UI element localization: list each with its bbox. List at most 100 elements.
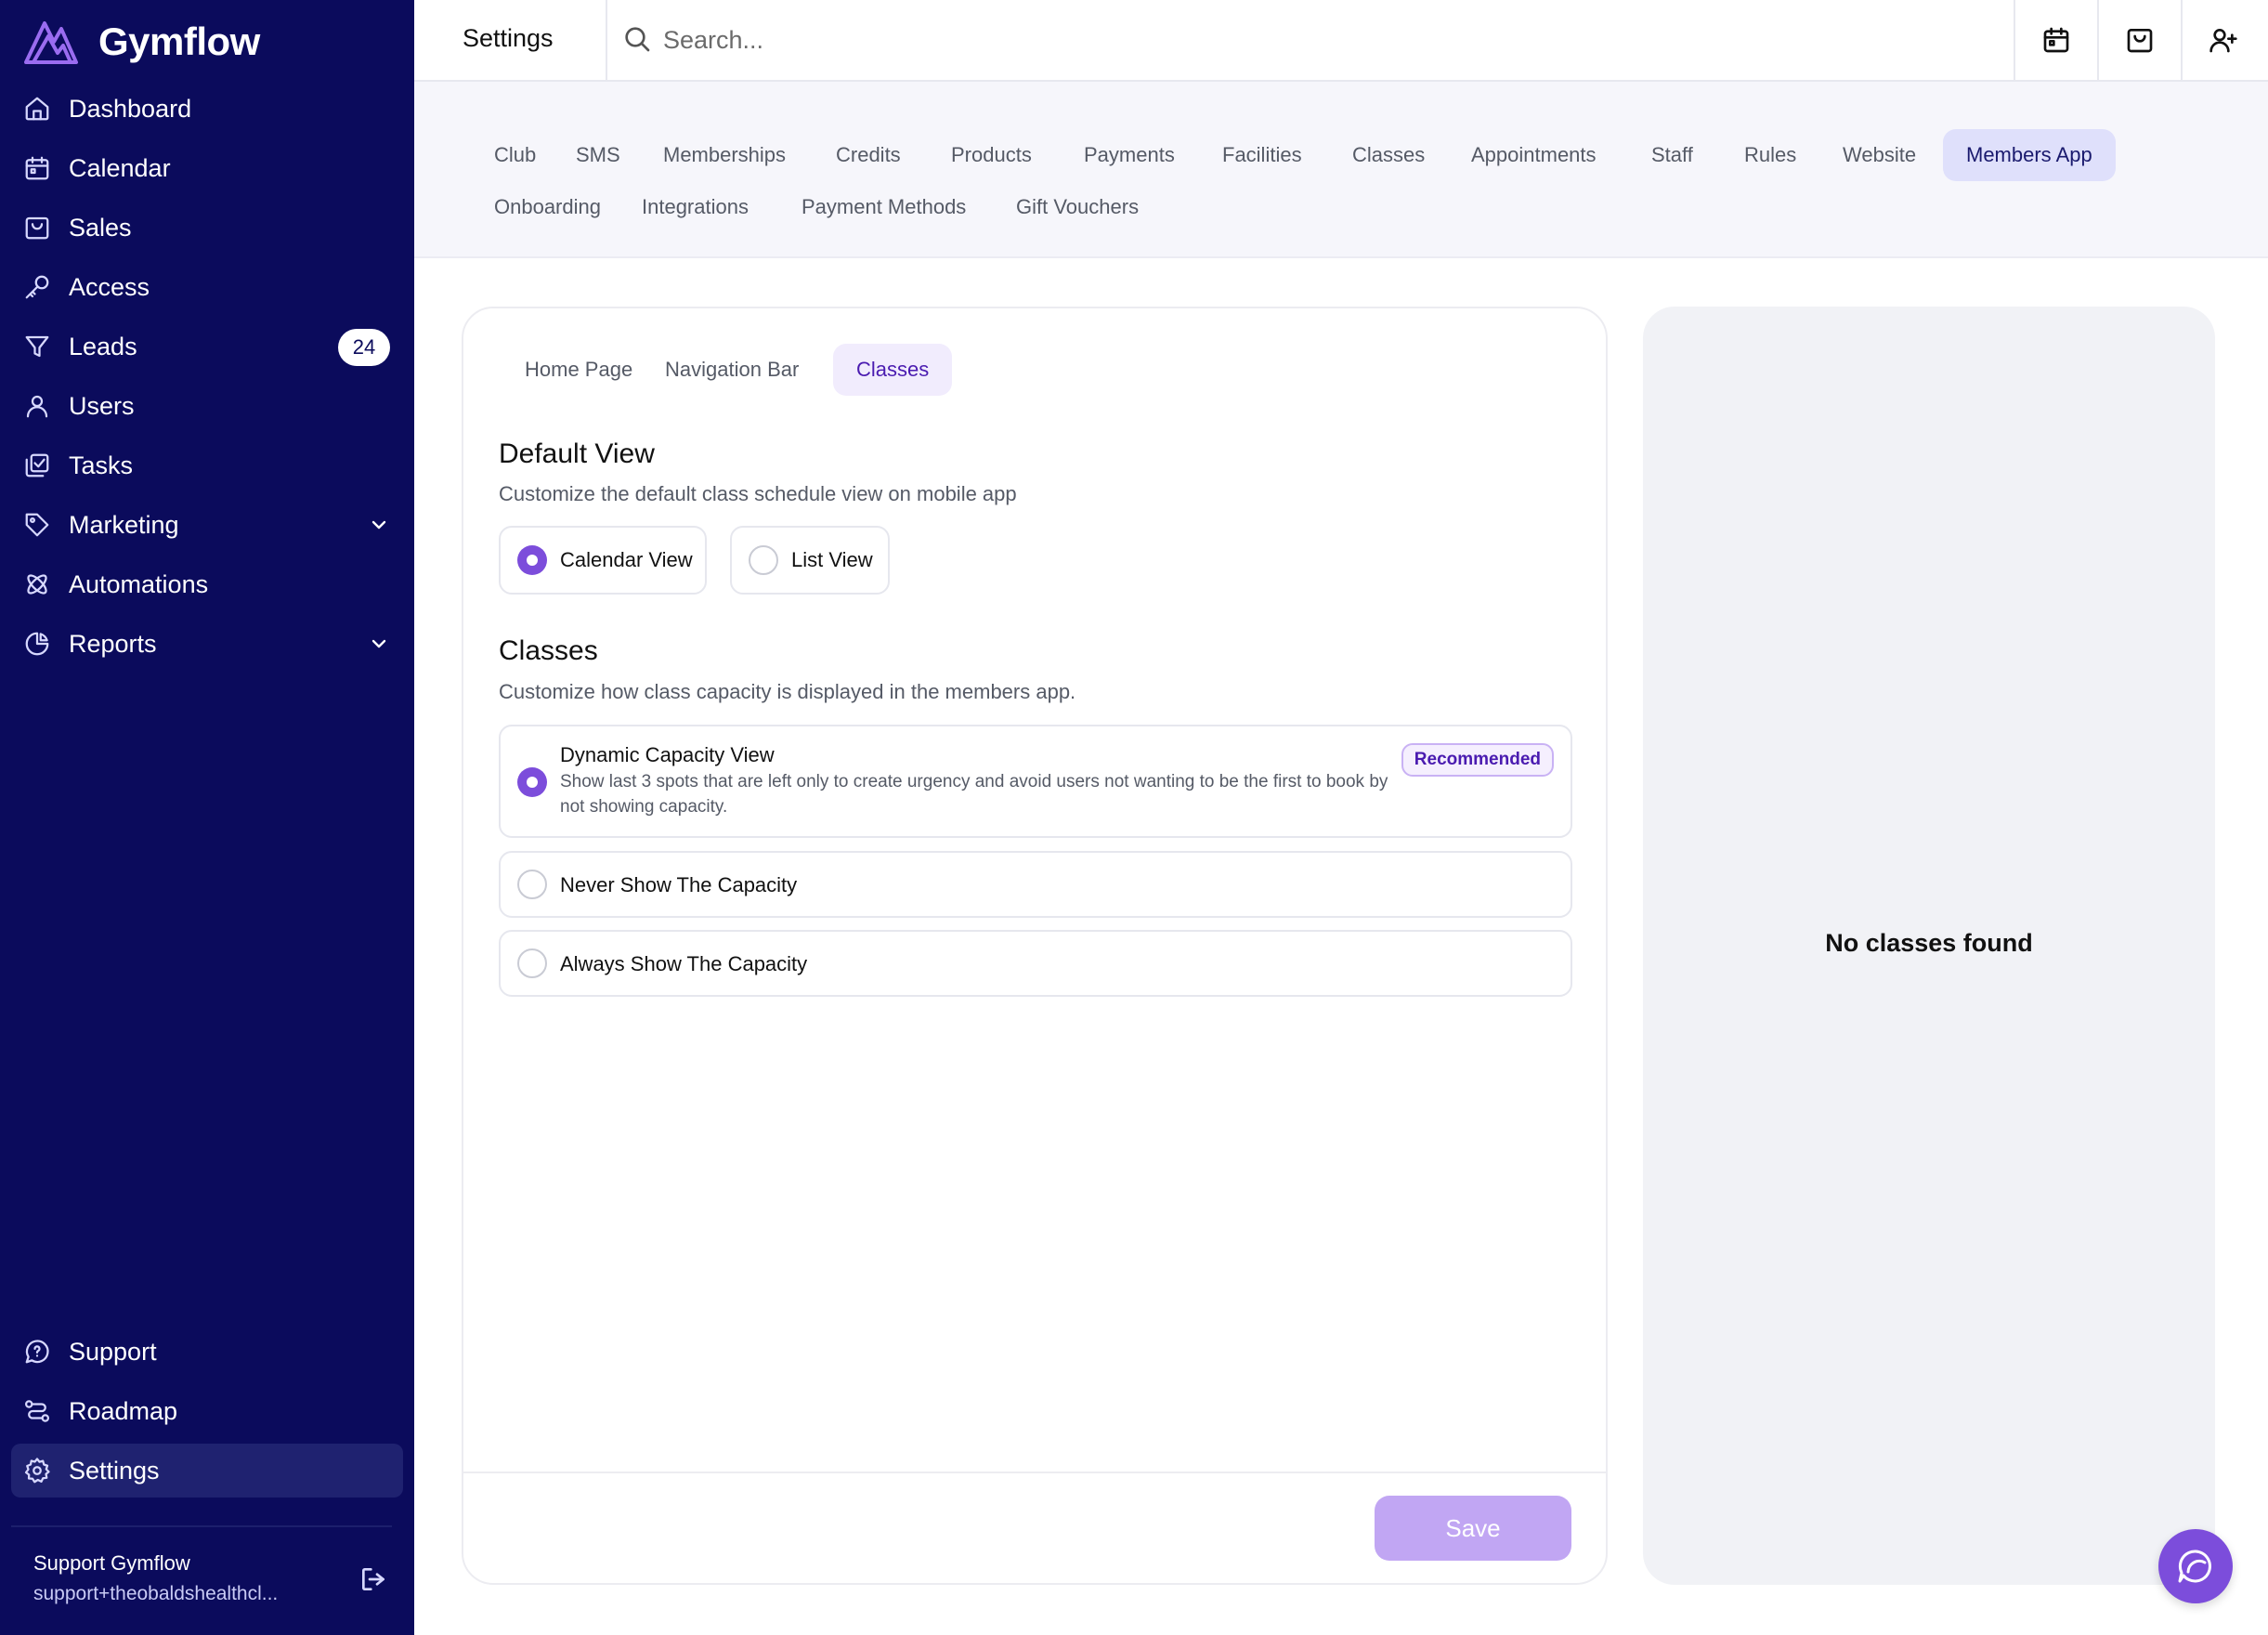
logout-icon[interactable] — [358, 1564, 390, 1596]
tab-products[interactable]: Products — [928, 129, 1055, 181]
always-show-capacity-option[interactable]: Always Show The Capacity — [499, 930, 1572, 997]
sidebar: Gymflow Dashboard Calendar Sales Access … — [0, 0, 414, 1635]
sidebar-item-label: Dashboard — [69, 94, 192, 123]
tab-credits[interactable]: Credits — [813, 129, 924, 181]
dynamic-capacity-option[interactable]: Dynamic Capacity View Show last 3 spots … — [499, 725, 1572, 838]
settings-tabs: Club SMS Memberships Credits Products Pa… — [414, 82, 2268, 258]
tab-rules[interactable]: Rules — [1721, 129, 1819, 181]
subtab-classes[interactable]: Classes — [833, 344, 953, 396]
sidebar-item-label: Automations — [69, 569, 209, 598]
list-view-option[interactable]: List View — [730, 526, 890, 595]
calendar-icon — [22, 153, 52, 183]
radio-selected[interactable] — [517, 545, 547, 575]
subtab-navigation-bar[interactable]: Navigation Bar — [642, 344, 822, 396]
radio-unselected[interactable] — [517, 870, 547, 899]
sidebar-item-label: Settings — [69, 1456, 160, 1485]
sidebar-item-access[interactable]: Access — [11, 260, 403, 314]
sidebar-item-label: Reports — [69, 629, 157, 658]
brand[interactable]: Gymflow — [22, 13, 260, 71]
sidebar-item-settings[interactable]: Settings — [11, 1444, 403, 1498]
sidebar-divider — [11, 1525, 392, 1527]
sidebar-item-automations[interactable]: Automations — [11, 557, 403, 611]
classes-title: Classes — [499, 635, 598, 666]
sidebar-item-label: Sales — [69, 213, 132, 242]
radio-unselected[interactable] — [749, 545, 778, 575]
tab-payment-methods[interactable]: Payment Methods — [778, 181, 989, 233]
option-description: Show last 3 spots that are left only to … — [560, 772, 1388, 817]
tab-website[interactable]: Website — [1819, 129, 1939, 181]
sales-button[interactable] — [2099, 0, 2181, 80]
sidebar-item-calendar[interactable]: Calendar — [11, 141, 403, 195]
sidebar-item-sales[interactable]: Sales — [11, 201, 403, 255]
tab-integrations[interactable]: Integrations — [619, 181, 772, 233]
shopping-bag-icon — [2127, 29, 2153, 53]
save-button[interactable]: Save — [1375, 1496, 1571, 1561]
mobile-preview-panel: No classes found — [1643, 307, 2215, 1585]
search-input[interactable] — [663, 17, 1945, 63]
sidebar-item-dashboard[interactable]: Dashboard — [11, 82, 403, 136]
default-view-title: Default View — [499, 438, 655, 469]
tab-memberships[interactable]: Memberships — [640, 129, 809, 181]
shopping-bag-icon — [22, 213, 52, 242]
topbar-divider — [606, 0, 607, 80]
chevron-down-icon[interactable] — [368, 514, 390, 536]
user-name: Support Gymflow — [33, 1551, 190, 1575]
sidebar-item-label: Access — [69, 272, 150, 301]
sidebar-item-label: Leads — [69, 332, 137, 360]
search-icon — [622, 24, 654, 56]
radio-unselected[interactable] — [517, 948, 547, 978]
tab-sms[interactable]: SMS — [553, 129, 644, 181]
tab-staff[interactable]: Staff — [1628, 129, 1716, 181]
option-label: Calendar View — [560, 548, 693, 571]
sidebar-item-tasks[interactable]: Tasks — [11, 438, 403, 492]
tab-classes[interactable]: Classes — [1329, 129, 1448, 181]
automation-icon — [22, 569, 52, 599]
option-title: Dynamic Capacity View — [560, 743, 775, 766]
sidebar-item-marketing[interactable]: Marketing — [11, 498, 403, 552]
chat-support-button[interactable] — [2158, 1529, 2233, 1603]
route-icon — [22, 1396, 52, 1426]
tab-members-app[interactable]: Members App — [1943, 129, 2116, 181]
tasks-icon — [22, 451, 52, 480]
sidebar-item-users[interactable]: Users — [11, 379, 403, 433]
leads-count-badge: 24 — [338, 329, 390, 366]
never-show-capacity-option[interactable]: Never Show The Capacity — [499, 851, 1572, 918]
radio-selected[interactable] — [517, 767, 547, 797]
sidebar-item-label: Support — [69, 1337, 157, 1366]
subtab-home-page[interactable]: Home Page — [502, 344, 656, 396]
page-title: Settings — [463, 24, 554, 52]
tab-appointments[interactable]: Appointments — [1448, 129, 1620, 181]
recommended-badge: Recommended — [1401, 743, 1554, 777]
user-email: support+theobaldshealthcl... — [33, 1583, 279, 1604]
gear-icon — [22, 1456, 52, 1485]
calendar-view-option[interactable]: Calendar View — [499, 526, 707, 595]
tab-gift-vouchers[interactable]: Gift Vouchers — [993, 181, 1162, 233]
support-chat-icon — [22, 1337, 52, 1367]
empty-state-text: No classes found — [1825, 929, 2033, 957]
key-icon — [22, 272, 52, 302]
tab-onboarding[interactable]: Onboarding — [471, 181, 624, 233]
user-icon — [22, 391, 52, 421]
option-label: List View — [791, 548, 873, 571]
tab-club[interactable]: Club — [471, 129, 559, 181]
sidebar-item-label: Marketing — [69, 510, 179, 539]
calendar-button[interactable] — [2015, 0, 2097, 80]
tab-payments[interactable]: Payments — [1061, 129, 1198, 181]
option-title: Never Show The Capacity — [560, 873, 798, 896]
sidebar-item-roadmap[interactable]: Roadmap — [11, 1384, 403, 1438]
sidebar-item-label: Users — [69, 391, 135, 420]
sidebar-item-reports[interactable]: Reports — [11, 617, 403, 671]
sidebar-bottom-nav: Support Roadmap Settings — [11, 1325, 403, 1503]
sidebar-item-support[interactable]: Support — [11, 1325, 403, 1379]
current-user: Support Gymflow support+theobaldshealthc… — [33, 1551, 278, 1605]
sidebar-item-label: Tasks — [69, 451, 134, 479]
tab-facilities[interactable]: Facilities — [1199, 129, 1325, 181]
add-user-icon — [2209, 29, 2237, 53]
sidebar-item-leads[interactable]: Leads 24 — [11, 320, 403, 373]
chevron-down-icon[interactable] — [368, 633, 390, 655]
calendar-icon — [2043, 27, 2069, 53]
members-app-settings-card: Home Page Navigation Bar Classes Default… — [462, 307, 1608, 1585]
topbar: Settings — [414, 0, 2268, 82]
brand-name: Gymflow — [98, 20, 260, 63]
add-user-button[interactable] — [2183, 0, 2264, 80]
